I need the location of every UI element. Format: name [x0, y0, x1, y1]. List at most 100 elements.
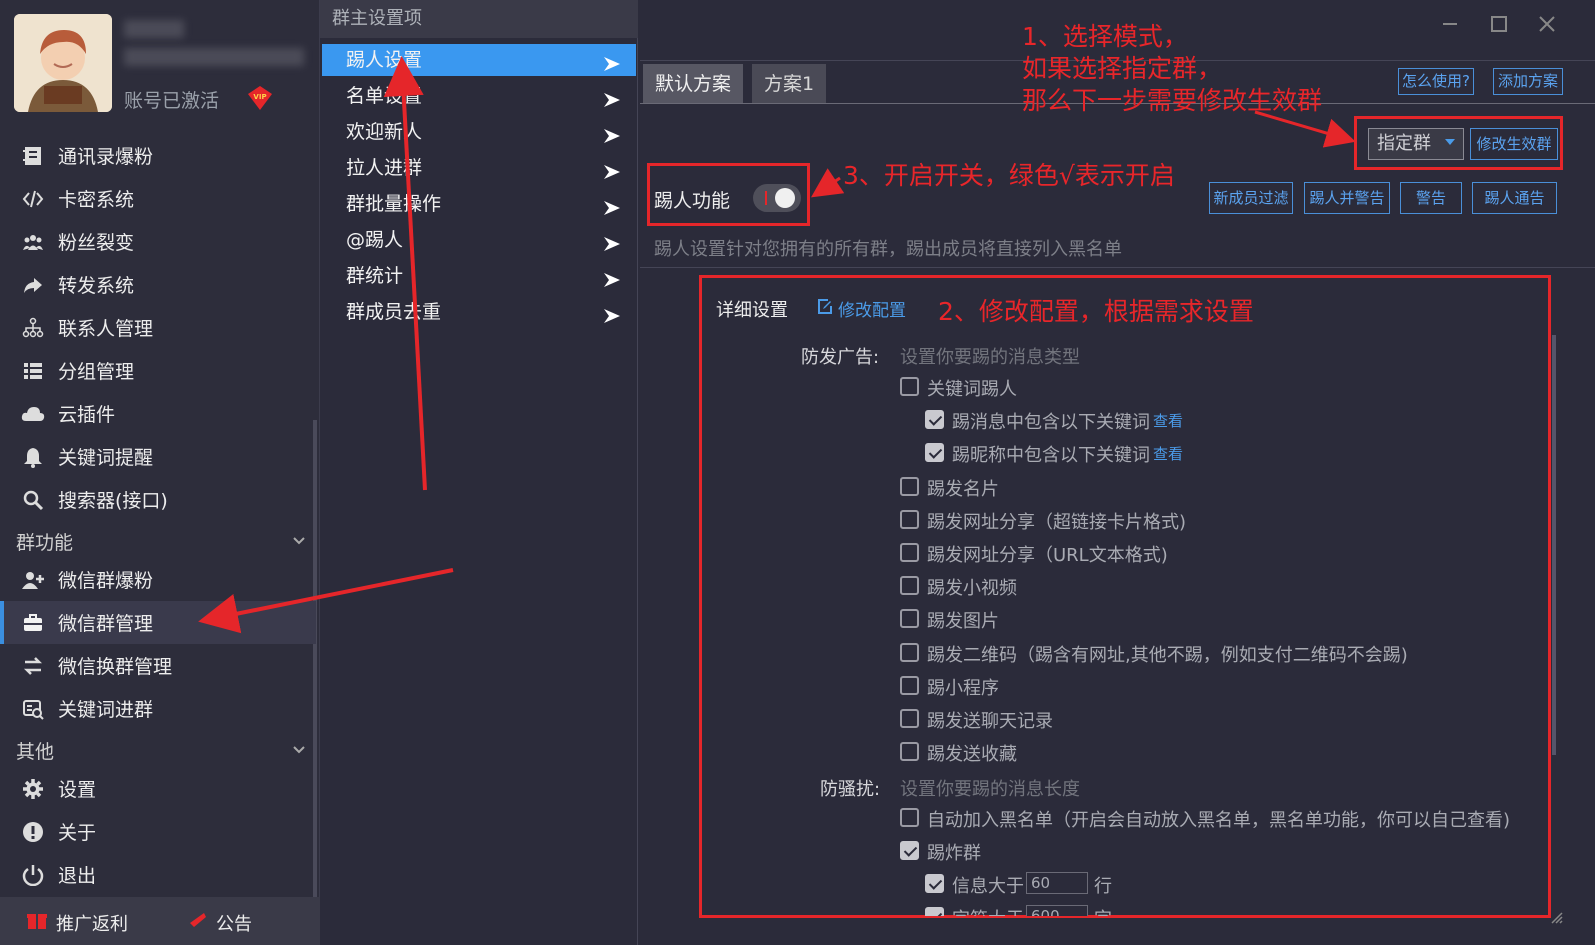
briefcase-icon: [20, 610, 46, 636]
sidebar-group-item-label: 微信群管理: [58, 613, 154, 635]
chevron-right-icon: [602, 87, 622, 119]
sidebar-group-item[interactable]: 微信换群管理: [0, 644, 316, 687]
harass-option-label: 自动加入黑名单（开启会自动放入黑名单，黑名单功能，你可以自己查看): [927, 810, 1511, 831]
ad-option-checkbox[interactable]: [900, 642, 919, 662]
resize-grip-icon[interactable]: [1550, 910, 1564, 929]
tab-default-plan[interactable]: 默认方案: [643, 64, 744, 104]
promo-button[interactable]: 推广返利: [26, 909, 128, 936]
new-member-filter-button[interactable]: 新成员过滤: [1209, 182, 1293, 214]
menu-item[interactable]: 拉人进群: [322, 152, 636, 184]
mode-select[interactable]: 指定群: [1368, 128, 1464, 160]
chevron-right-icon: [602, 267, 622, 299]
section-other[interactable]: 其他: [16, 737, 306, 764]
menu-item[interactable]: 群批量操作: [322, 188, 636, 220]
toggle-off-mark: [765, 191, 767, 205]
sidebar-item[interactable]: 粉丝裂变: [0, 220, 316, 263]
ad-option-checkbox[interactable]: [900, 543, 919, 562]
warn-button[interactable]: 警告: [1400, 182, 1462, 214]
msg-over-input[interactable]: 60: [1026, 872, 1088, 894]
menu-item[interactable]: 群统计: [322, 260, 636, 292]
sidebar-item[interactable]: 转发系统: [0, 263, 316, 306]
sidebar-item[interactable]: 通讯录爆粉: [0, 134, 316, 177]
maximize-icon[interactable]: [1489, 14, 1509, 38]
anti-ad-label: 防发广告:: [801, 347, 880, 368]
modify-config-link[interactable]: 修改配置: [816, 296, 906, 321]
divider: [640, 267, 1595, 268]
ad-option-checkbox[interactable]: [900, 509, 919, 529]
avatar[interactable]: [14, 14, 112, 112]
ad-option-label: 踢发名片: [927, 478, 999, 500]
power-icon: [20, 862, 46, 888]
menu-item[interactable]: 名单设置: [322, 80, 636, 112]
sidebar-item[interactable]: 联系人管理: [0, 306, 316, 349]
notice-label: 公告: [216, 913, 252, 935]
ad-option-checkbox[interactable]: [900, 742, 919, 762]
chars-over-input[interactable]: 600: [1026, 905, 1088, 916]
sidebar-item[interactable]: 关键词提醒: [0, 435, 316, 478]
sidebar-item[interactable]: 云插件: [0, 392, 316, 435]
chars-over-label: 字符大于: [952, 905, 1024, 916]
kick-notice-button[interactable]: 踢人通告: [1472, 182, 1557, 214]
search-icon: [20, 487, 46, 513]
ad-option-checkbox[interactable]: [900, 476, 919, 496]
content-scrollbar[interactable]: [1552, 335, 1556, 755]
menu-item-label: 拉人进群: [346, 157, 423, 179]
svg-text:VIP: VIP: [253, 93, 266, 101]
modify-groups-button[interactable]: 修改生效群: [1470, 128, 1558, 160]
menu-item[interactable]: @踢人: [322, 224, 636, 256]
bottom-bar: 推广返利 公告: [0, 897, 320, 945]
menu-item-label: 群统计: [346, 265, 404, 287]
harass-option-label: 踢炸群: [927, 843, 981, 864]
sidebar-item[interactable]: 分组管理: [0, 349, 316, 392]
menu-item[interactable]: 欢迎新人: [322, 116, 636, 148]
ad-option-checkbox[interactable]: [925, 410, 944, 430]
description-text: 踢人设置针对您拥有的所有群，踢出成员将直接列入黑名单: [654, 239, 1122, 260]
mode-select-value: 指定群: [1377, 133, 1431, 154]
megaphone-icon: [188, 909, 210, 936]
hierarchy-icon: [20, 315, 46, 341]
view-keywords-link[interactable]: 查看: [1153, 410, 1183, 431]
menu-item[interactable]: 踢人设置: [322, 44, 636, 76]
sidebar-other-item[interactable]: 关于: [0, 810, 316, 853]
chevron-right-icon: [602, 51, 622, 83]
sidebar-other-item[interactable]: 设置: [0, 767, 316, 810]
menu-item-label: @踢人: [346, 229, 404, 251]
sidebar-item-label: 卡密系统: [58, 189, 135, 211]
ad-option-checkbox[interactable]: [900, 609, 919, 629]
msg-over-checkbox[interactable]: [925, 874, 944, 893]
chars-over-checkbox[interactable]: [925, 907, 944, 916]
sidebar-item-label: 关键词提醒: [58, 447, 154, 469]
close-icon[interactable]: [1537, 14, 1557, 38]
notice-button[interactable]: 公告: [188, 909, 252, 936]
tab-plan-1[interactable]: 方案1: [752, 64, 827, 104]
ad-option-checkbox[interactable]: [925, 443, 944, 463]
sidebar-item[interactable]: 卡密系统: [0, 177, 316, 220]
harass-option-checkbox[interactable]: [900, 808, 919, 827]
vip-badge-icon: VIP: [246, 84, 274, 112]
sidebar-item-label: 通讯录爆粉: [58, 146, 154, 168]
section-group-functions[interactable]: 群功能: [16, 528, 306, 555]
keyword-icon: [20, 696, 46, 722]
sidebar-other-item-label: 关于: [58, 822, 97, 844]
ad-option-checkbox[interactable]: [900, 576, 919, 596]
chars-over-unit: 字: [1094, 905, 1112, 916]
kick-and-warn-button[interactable]: 踢人并警告: [1304, 182, 1390, 214]
ad-option-label: 踢昵称中包含以下关键词: [952, 445, 1150, 467]
harass-option-checkbox[interactable]: [900, 841, 919, 860]
kick-toggle[interactable]: [753, 184, 801, 212]
ad-option-checkbox[interactable]: [900, 377, 919, 396]
ad-option-checkbox[interactable]: [900, 709, 919, 728]
sidebar-other-item[interactable]: 退出: [0, 853, 316, 896]
annotation-step1-line1: 1、选择模式，: [1022, 22, 1188, 51]
ad-option-checkbox[interactable]: [900, 675, 919, 695]
sidebar-group-item[interactable]: 关键词进群: [0, 687, 316, 730]
menu-item[interactable]: 群成员去重: [322, 296, 636, 328]
minimize-icon[interactable]: [1440, 14, 1460, 38]
sidebar-item[interactable]: 搜索器(接口): [0, 478, 316, 521]
view-keywords-link[interactable]: 查看: [1153, 443, 1183, 464]
help-button[interactable]: 怎么使用?: [1398, 68, 1474, 95]
msg-over-unit: 行: [1094, 876, 1112, 897]
add-plan-button[interactable]: 添加方案: [1493, 68, 1563, 95]
sidebar-group-item[interactable]: 微信群管理: [0, 601, 316, 644]
sidebar-group-item[interactable]: 微信群爆粉: [0, 558, 316, 601]
